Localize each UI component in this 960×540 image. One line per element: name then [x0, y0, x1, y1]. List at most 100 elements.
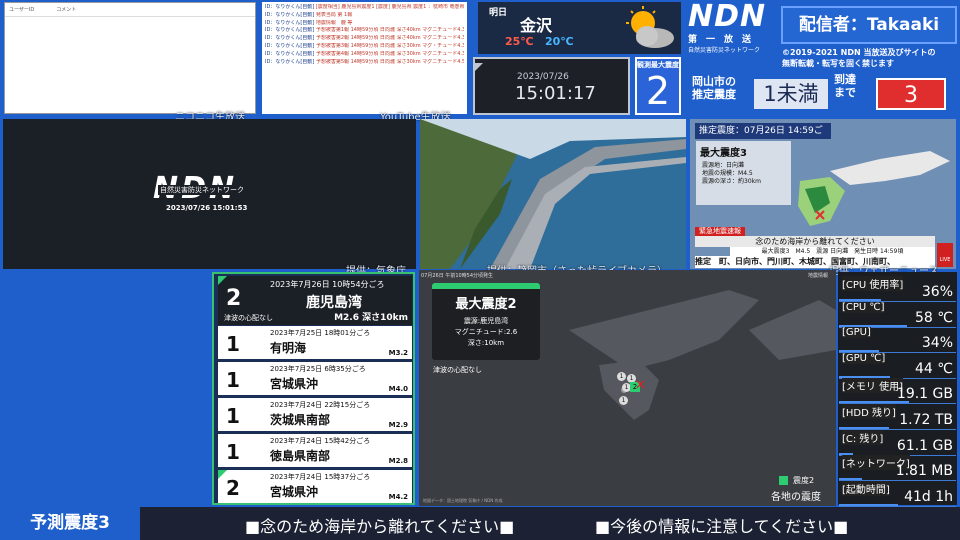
weather-panel: 明日 金沢 25℃ 20℃: [478, 2, 681, 54]
arrival-title-line2: まで: [834, 86, 856, 99]
comment-text: [震度相当] 鹿児島県震度1 [震度] 鹿児島県 震度1 ：枕崎市 竜巻県南部 …: [315, 4, 464, 10]
live-badge: LIVE: [937, 243, 953, 267]
footer-message-2: ■今後の情報に注意してください■: [595, 517, 849, 536]
stat-value: 1.81 MB: [895, 463, 953, 480]
history-time: 2023年7月26日 10時54分ごろ: [270, 280, 385, 289]
history-tsunami: 津波の心配なし: [224, 314, 273, 322]
map-footer-label: 各地の震度: [771, 492, 821, 503]
comment-user: ID：なりかくん[自動]: [265, 58, 315, 65]
history-shindo: 1: [226, 440, 240, 464]
stat-value: 36%: [921, 284, 953, 300]
clock-panel: 2023/07/26 15:01:17: [473, 57, 630, 115]
comment-row: ID：なりかくん[自動] 予想被害第1報 14時59分頃 日向灘 深さ40km …: [265, 27, 464, 35]
stat-row: [C: 残り] 61.1 GB: [839, 428, 956, 456]
stat-label: [CPU 使用率]: [842, 276, 904, 291]
coastal-highway-image: [420, 119, 686, 269]
history-shindo: 1: [226, 368, 240, 392]
history-place: 有明海: [270, 341, 307, 355]
history-magnitude: M2.8: [388, 457, 408, 465]
stat-label: [C: 残り]: [842, 429, 884, 445]
epicenter-label: 震源地：: [702, 162, 727, 169]
stat-value: 1.72 TB: [899, 412, 953, 428]
comment-text: 予想被害第1報 14時59分頃 日向灘 深さ40km マグニチュード4.3 予想…: [315, 27, 464, 34]
system-stats-panel: [CPU 使用率] 36% [CPU ℃] 58 ℃ [GPU] 34% [GPU ℃] 44…: [838, 272, 957, 507]
history-place: 徳島県南部: [270, 449, 331, 463]
comment-row: ID：なりかくん[自動] 予想被害第5報 14時59分頃 日向灘 深さ30km …: [265, 59, 464, 67]
clock-time: 15:01:17: [515, 83, 596, 104]
ndn-logo: NDN: [688, 0, 767, 34]
depth-value: 約30km: [738, 178, 761, 185]
stat-label: [GPU]: [842, 327, 871, 339]
ndn-brand: NDN 第 一 放 送 自然災害防災ネットワーク: [688, 0, 778, 55]
history-magnitude: M4.2: [388, 493, 408, 501]
copyright-line2: 無断転載・転写を固く禁じます: [782, 59, 894, 68]
map-corner-label: 地震情報: [807, 273, 828, 279]
comment-row: ID：なりかくん[自動] 地震情報 鹿 等: [265, 20, 464, 28]
history-shindo: 2: [226, 286, 242, 311]
map-info-box: 最大震度2 震源:鹿児島湾 マグニチュード:2.6 深さ:10km: [432, 283, 540, 360]
comment-header: ユーザーID コメント: [5, 3, 255, 17]
history-place: 鹿児島湾: [306, 295, 362, 311]
estimate-title-line2: 推定震度: [692, 88, 736, 101]
comment-user: ID：なりかくん[自動]: [265, 35, 315, 42]
stat-row: [GPU] 34%: [839, 325, 956, 354]
stat-label: [CPU ℃]: [842, 301, 885, 313]
ndn-main-datetime: 2023/07/26 15:01:53: [166, 204, 248, 212]
estimate-title-line1: 岡山市の: [692, 75, 736, 88]
map-epicenter: 震源:鹿児島湾: [463, 317, 509, 325]
stat-row: [メモリ 使用] 19.1 GB: [839, 376, 956, 405]
arrival-countdown: 3: [876, 78, 946, 110]
stat-value: 44 ℃: [915, 360, 953, 377]
comment-user: ID：なりかくん[自動]: [265, 42, 315, 49]
history-item: 2 2023年7月26日 10時54分ごろ鹿児島湾 M2.6 深さ10km 津波の心配…: [218, 276, 412, 325]
news-max-intensity: 最大震度3: [700, 148, 747, 159]
magnitude-value: M4.5: [738, 170, 753, 177]
stat-label: [HDD 残り]: [842, 404, 896, 419]
history-place: 茨城県南部: [270, 413, 331, 427]
stat-row: [ネットワーク] 1.81 MB: [839, 453, 956, 482]
map-credit: 地図データ：国土地理院 気象庁 / NDN 作成: [423, 498, 503, 503]
max-shindo-value: 2: [645, 69, 671, 113]
earthquake-map: 07月26日 午前10時54分頃発生 地震情報 最大震度2 震源:鹿児島湾 マグ…: [419, 270, 836, 506]
comment-user: ID：なりかくん[自動]: [265, 11, 315, 18]
weather-high: 25℃: [505, 35, 534, 48]
youtube-comment-list: ID：なりかくん[自動] [震度相当] 鹿児島県震度1 [震度] 鹿児島県 震度…: [265, 4, 464, 66]
history-magnitude: M2.6 深さ10km: [334, 313, 408, 323]
comment-text: 地震情報 鹿 等: [315, 19, 353, 26]
depth-label: 震源の深さ：: [702, 178, 739, 185]
news-ticker: 最大震度3 M4.5 震源 日向灘 発生日時 14:59頃: [730, 247, 935, 256]
stat-label: [GPU ℃]: [842, 352, 886, 364]
map-tsunami: 津波の心配なし: [433, 366, 482, 374]
japan-map-image: [790, 141, 956, 233]
epicenter-icon: ✕: [635, 378, 646, 393]
history-place: 宮城県沖: [270, 485, 319, 499]
map-header: 07月26日 午前10時54分頃発生: [421, 273, 494, 279]
history-magnitude: M3.2: [388, 349, 408, 357]
brand-sub2: 自然災害防災ネットワーク: [688, 47, 761, 54]
weather-low: 20℃: [545, 35, 574, 48]
copyright-line1: ©2019-2021 NDN 当放送及びサイトの: [782, 48, 936, 57]
weather-city: 金沢: [520, 16, 553, 35]
legend-swatch: [779, 476, 788, 485]
stat-row: [CPU 使用率] 36%: [839, 274, 956, 302]
clock-date: 2023/07/26: [517, 72, 569, 82]
earthquake-history-list: 2 2023年7月26日 10時54分ごろ鹿児島湾 M2.6 深さ10km 津波の心配…: [212, 272, 415, 505]
history-time: 2023年7月25日 18時01分ごろ: [270, 329, 371, 337]
history-shindo: 2: [226, 476, 240, 500]
map-max-intensity: 最大震度2: [455, 297, 517, 312]
news-advice: 念のため海岸から離れてください: [695, 236, 935, 247]
niconico-comment-panel: ユーザーID コメント: [4, 2, 256, 114]
map-depth: 深さ:10km: [467, 339, 505, 347]
max-shindo-box: 観測最大震度 2: [635, 57, 681, 115]
news-broadcast-panel: 推定震度：07月26日 14:59ごろ 最大震度3 震源地：日向灘 地震の規模：…: [690, 119, 956, 269]
comment-text: 予想被害第4報 14時59分頃 日向灘 深さ30km マグニチュード4.3 予想…: [315, 50, 464, 57]
intensity-marker: 1: [619, 396, 628, 405]
magnitude-label: 地震の規模：: [702, 170, 739, 177]
history-magnitude: M2.9: [388, 421, 408, 429]
history-time: 2023年7月24日 22時15分ごろ: [270, 401, 371, 409]
map-magnitude: マグニチュード:2.6: [454, 328, 518, 336]
history-place: 宮城県沖: [270, 377, 319, 391]
stat-label: [起動時間]: [842, 480, 890, 496]
history-item: 1 2023年7月24日 22時15分ごろ 茨城県南部 M2.9: [218, 398, 412, 431]
comment-text: 予想被害第3報 14時59分頃 日向灘 深さ30km マグ・チュード4.3 予想…: [315, 42, 464, 49]
